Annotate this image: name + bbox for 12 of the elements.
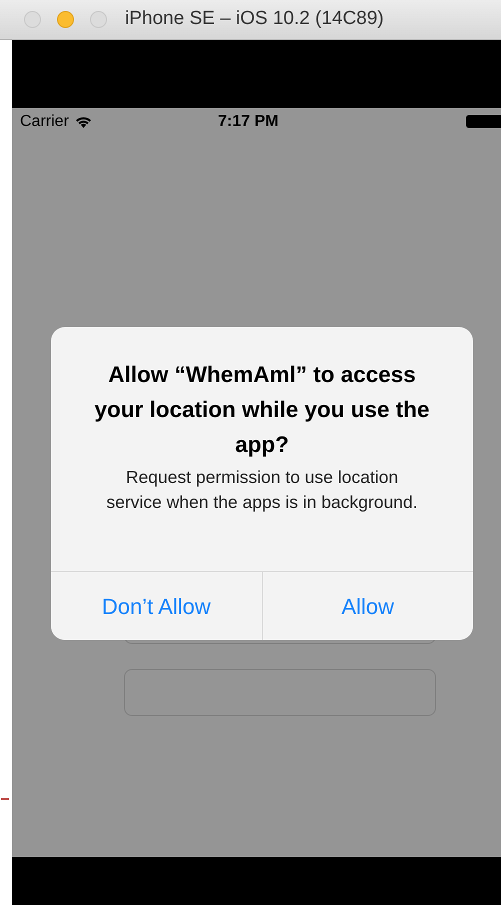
alert-button[interactable]: Allow (262, 572, 473, 640)
alert-title: Allow “WhemAml” to access your location while you use the app? (93, 361, 431, 459)
wifi-icon (74, 116, 92, 128)
zoom-button[interactable] (90, 11, 107, 28)
battery-icon (466, 115, 501, 128)
carrier-label: Carrier (20, 112, 69, 132)
status-time: 7:17 PM (218, 112, 278, 132)
tick-mark (1, 798, 9, 800)
close-button[interactable] (24, 11, 41, 28)
window-title: iPhone SE – iOS 10.2 (14C89) (125, 7, 384, 32)
alert-message: Request permission to use location service when the apps is in background. (105, 466, 419, 514)
minimize-button[interactable] (57, 11, 74, 28)
